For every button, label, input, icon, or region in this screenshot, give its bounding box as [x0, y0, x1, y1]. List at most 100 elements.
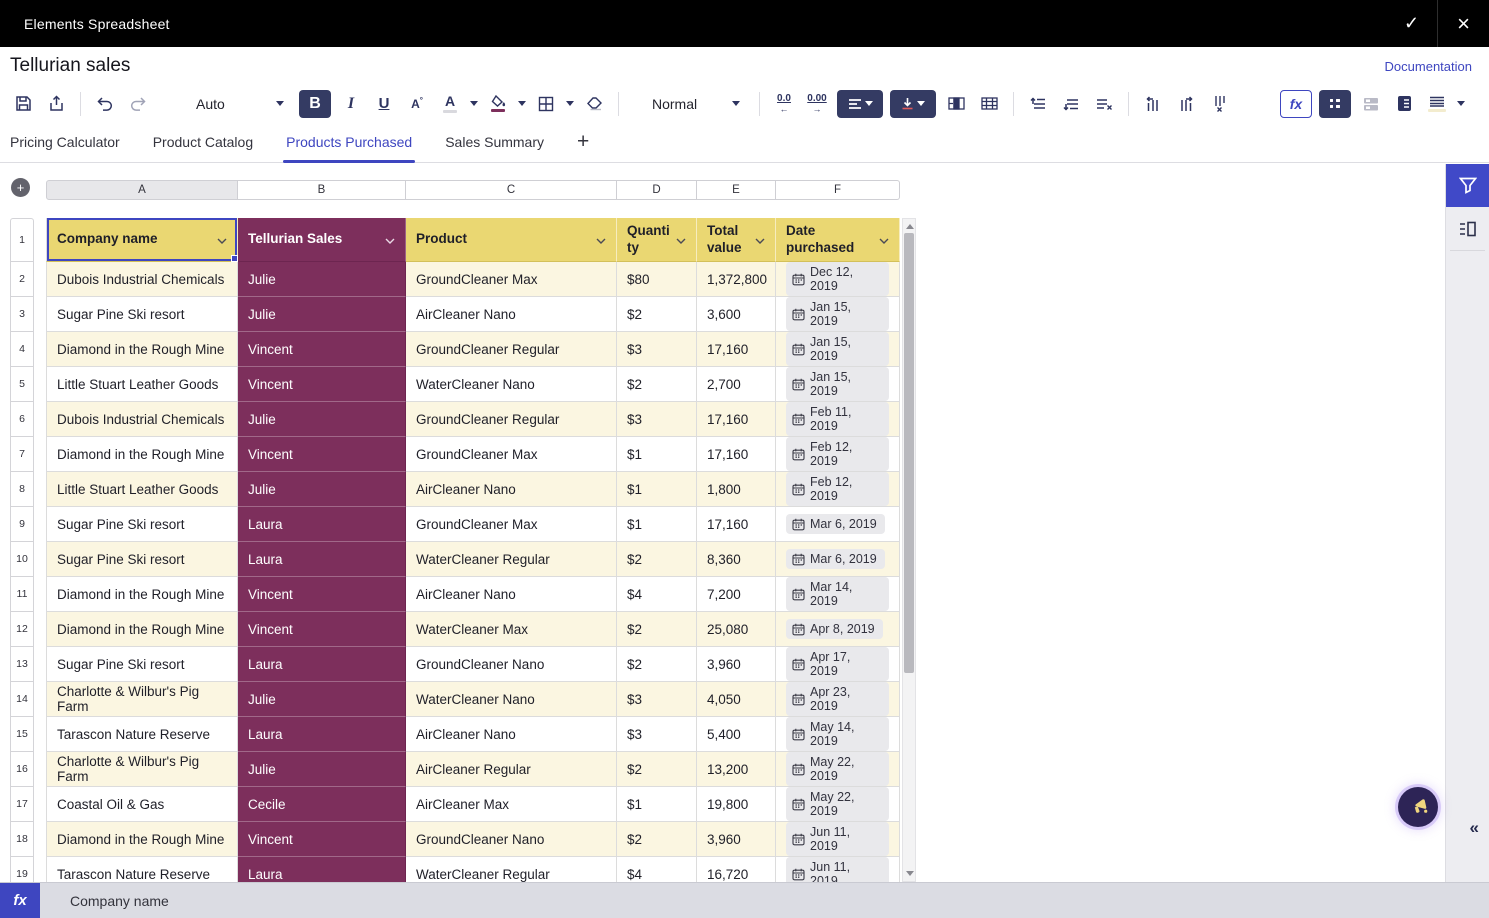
- date-cell[interactable]: Apr 17, 2019: [776, 647, 900, 682]
- quantity-cell[interactable]: $2: [617, 647, 697, 682]
- product-cell[interactable]: AirCleaner Regular: [406, 752, 617, 787]
- vertical-align-button[interactable]: [890, 90, 936, 118]
- product-cell[interactable]: GroundCleaner Nano: [406, 822, 617, 857]
- row-header-15[interactable]: 15: [10, 717, 34, 752]
- redo-button[interactable]: [125, 90, 151, 118]
- company-cell[interactable]: Little Stuart Leather Goods: [46, 472, 238, 507]
- quantity-cell[interactable]: $1: [617, 437, 697, 472]
- date-cell[interactable]: Feb 12, 2019: [776, 437, 900, 472]
- date-cell[interactable]: Jan 15, 2019: [776, 367, 900, 402]
- bold-button[interactable]: B: [299, 90, 331, 118]
- total-value-cell[interactable]: 8,360: [697, 542, 776, 577]
- seller-cell[interactable]: Vincent: [238, 612, 406, 647]
- date-cell[interactable]: Apr 8, 2019: [776, 612, 900, 647]
- column-header-C[interactable]: C: [406, 180, 617, 200]
- tab-sales-summary[interactable]: Sales Summary: [445, 122, 544, 163]
- close-button[interactable]: ×: [1438, 0, 1489, 47]
- row-height-chevron-icon[interactable]: [1457, 101, 1465, 106]
- merge-cells-button[interactable]: [943, 90, 969, 118]
- date-chip[interactable]: Jun 11, 2019: [786, 822, 889, 856]
- undo-button[interactable]: [92, 90, 118, 118]
- row-header-4[interactable]: 4: [10, 332, 34, 367]
- total-value-cell[interactable]: 16,720: [697, 857, 776, 882]
- quantity-cell[interactable]: $1: [617, 472, 697, 507]
- company-cell[interactable]: Diamond in the Rough Mine: [46, 577, 238, 612]
- header-cell-date-purchased[interactable]: Date purchased: [776, 218, 900, 262]
- company-cell[interactable]: Sugar Pine Ski resort: [46, 542, 238, 577]
- column-filter-chevron-icon[interactable]: [676, 232, 686, 247]
- date-cell[interactable]: May 14, 2019: [776, 717, 900, 752]
- seller-cell[interactable]: Julie: [238, 262, 406, 297]
- company-cell[interactable]: Sugar Pine Ski resort: [46, 507, 238, 542]
- quantity-cell[interactable]: $3: [617, 717, 697, 752]
- quantity-cell[interactable]: $1: [617, 787, 697, 822]
- confirm-button[interactable]: ✓: [1386, 0, 1437, 47]
- date-cell[interactable]: Mar 14, 2019: [776, 577, 900, 612]
- collapse-sidebar-button[interactable]: «: [1470, 818, 1479, 838]
- company-cell[interactable]: Dubois Industrial Chemicals: [46, 262, 238, 297]
- date-cell[interactable]: Dec 12, 2019: [776, 262, 900, 297]
- date-chip[interactable]: Jan 15, 2019: [786, 367, 889, 401]
- decrease-decimal-button[interactable]: 0.0←: [771, 90, 797, 118]
- date-cell[interactable]: May 22, 2019: [776, 787, 900, 822]
- company-cell[interactable]: Tarascon Nature Reserve: [46, 717, 238, 752]
- row-header-2[interactable]: 2: [10, 262, 34, 297]
- formula-fx-button[interactable]: fx: [0, 883, 40, 918]
- insert-column-left-button[interactable]: [1140, 90, 1166, 118]
- date-chip[interactable]: Feb 11, 2019: [786, 402, 889, 436]
- grid-corner-button[interactable]: +: [11, 178, 30, 197]
- product-cell[interactable]: GroundCleaner Max: [406, 437, 617, 472]
- row-header-1[interactable]: 1: [10, 218, 34, 262]
- product-cell[interactable]: AirCleaner Max: [406, 787, 617, 822]
- company-cell[interactable]: Tarascon Nature Reserve: [46, 857, 238, 882]
- date-cell[interactable]: May 22, 2019: [776, 752, 900, 787]
- column-filter-chevron-icon[interactable]: [596, 232, 606, 247]
- horizontal-align-button[interactable]: [837, 90, 883, 118]
- quantity-cell[interactable]: $4: [617, 857, 697, 882]
- fill-color-chevron-icon[interactable]: [518, 101, 526, 106]
- date-chip[interactable]: Apr 23, 2019: [786, 682, 889, 716]
- header-cell-total-value[interactable]: Total value: [697, 218, 776, 262]
- product-cell[interactable]: GroundCleaner Regular: [406, 402, 617, 437]
- company-cell[interactable]: Diamond in the Rough Mine: [46, 822, 238, 857]
- date-cell[interactable]: Jan 15, 2019: [776, 332, 900, 367]
- date-chip[interactable]: Jan 15, 2019: [786, 297, 889, 331]
- date-cell[interactable]: Feb 12, 2019: [776, 472, 900, 507]
- total-value-cell[interactable]: 7,200: [697, 577, 776, 612]
- header-cell-company-name[interactable]: Company name: [46, 218, 238, 262]
- total-value-cell[interactable]: 3,960: [697, 822, 776, 857]
- date-chip[interactable]: Mar 6, 2019: [786, 549, 885, 569]
- seller-cell[interactable]: Julie: [238, 752, 406, 787]
- outline-panel-button[interactable]: [1446, 207, 1489, 250]
- insert-row-below-button[interactable]: [1058, 90, 1084, 118]
- quantity-cell[interactable]: $2: [617, 542, 697, 577]
- row-header-10[interactable]: 10: [10, 542, 34, 577]
- product-cell[interactable]: WaterCleaner Nano: [406, 367, 617, 402]
- company-cell[interactable]: Little Stuart Leather Goods: [46, 367, 238, 402]
- total-value-cell[interactable]: 3,600: [697, 297, 776, 332]
- card-view-button[interactable]: [1358, 90, 1384, 118]
- scroll-down-icon[interactable]: [906, 871, 914, 876]
- fill-handle[interactable]: [231, 255, 238, 262]
- total-value-cell[interactable]: 1,372,800: [697, 262, 776, 297]
- date-chip[interactable]: May 22, 2019: [786, 752, 889, 786]
- date-cell[interactable]: Apr 23, 2019: [776, 682, 900, 717]
- seller-cell[interactable]: Vincent: [238, 437, 406, 472]
- seller-cell[interactable]: Julie: [238, 472, 406, 507]
- quantity-cell[interactable]: $3: [617, 682, 697, 717]
- unmerge-cells-button[interactable]: [976, 90, 1002, 118]
- text-color-button[interactable]: A: [437, 90, 463, 118]
- column-filter-chevron-icon[interactable]: [217, 232, 227, 247]
- borders-button[interactable]: [533, 90, 559, 118]
- total-value-cell[interactable]: 17,160: [697, 437, 776, 472]
- row-header-13[interactable]: 13: [10, 647, 34, 682]
- delete-column-button[interactable]: [1206, 90, 1232, 118]
- total-value-cell[interactable]: 25,080: [697, 612, 776, 647]
- product-cell[interactable]: GroundCleaner Max: [406, 262, 617, 297]
- column-header-B[interactable]: B: [238, 180, 406, 200]
- documentation-link[interactable]: Documentation: [1385, 59, 1472, 74]
- clear-formatting-button[interactable]: A°: [404, 90, 430, 118]
- save-button[interactable]: [10, 90, 36, 118]
- date-chip[interactable]: Apr 8, 2019: [786, 619, 883, 639]
- formula-button[interactable]: fx: [1280, 90, 1312, 118]
